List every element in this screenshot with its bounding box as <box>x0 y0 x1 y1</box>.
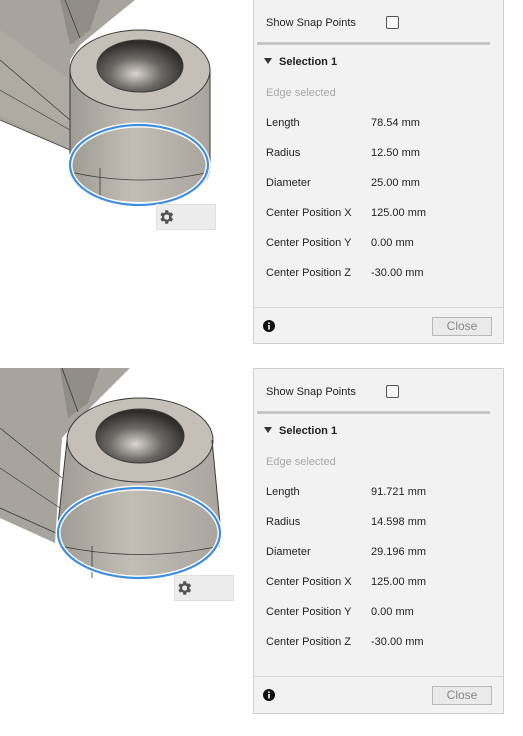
prop-row-center-x: Center Position X 125.00 mm <box>266 207 491 223</box>
measure-panel: Show Snap Points Selection 1 Edge select… <box>253 0 504 344</box>
prop-row-diameter: Diameter 29.196 mm <box>266 546 491 562</box>
divider <box>257 42 490 45</box>
selection-count-badge[interactable]: 1 <box>156 204 216 230</box>
prop-row-center-z: Center Position Z -30.00 mm <box>266 267 491 283</box>
selection-header[interactable]: Selection 1 <box>264 56 337 68</box>
collapse-triangle-icon[interactable] <box>264 58 272 64</box>
prop-row-radius: Radius 12.50 mm <box>266 147 491 163</box>
selection-status: Edge selected <box>266 87 336 99</box>
selection-title: Selection 1 <box>279 56 338 68</box>
selection-header[interactable]: Selection 1 <box>264 425 337 437</box>
info-icon[interactable] <box>263 689 275 701</box>
3d-viewport[interactable]: 1 <box>0 368 253 736</box>
prop-value: 0.00 mm <box>371 606 414 618</box>
prop-value: 0.00 mm <box>371 237 414 249</box>
info-icon[interactable] <box>263 320 275 332</box>
panel-footer: Close <box>254 676 503 713</box>
panel-footer: Close <box>254 307 503 344</box>
prop-row-diameter: Diameter 25.00 mm <box>266 177 491 193</box>
show-snap-points-row[interactable]: Show Snap Points <box>266 384 491 402</box>
prop-name: Center Position X <box>266 576 352 588</box>
prop-row-center-y: Center Position Y 0.00 mm <box>266 606 491 622</box>
measure-panel: Show Snap Points Selection 1 Edge select… <box>253 368 504 714</box>
prop-name: Length <box>266 486 300 498</box>
selection-status: Edge selected <box>266 456 336 468</box>
prop-value: 125.00 mm <box>371 207 427 219</box>
prop-name: Radius <box>266 147 301 159</box>
prop-name: Diameter <box>266 546 311 558</box>
prop-row-length: Length 91.721 mm <box>266 486 491 502</box>
collapse-triangle-icon[interactable] <box>264 427 272 433</box>
show-snap-points-row[interactable]: Show Snap Points <box>266 15 491 33</box>
prop-value: 12.50 mm <box>371 147 420 159</box>
prop-name: Center Position X <box>266 207 352 219</box>
model-part <box>0 368 223 581</box>
prop-row-center-y: Center Position Y 0.00 mm <box>266 237 491 253</box>
3d-viewport[interactable]: 1 <box>0 0 253 368</box>
show-snap-points-label: Show Snap Points <box>266 17 356 29</box>
prop-name: Length <box>266 117 300 129</box>
prop-value: 25.00 mm <box>371 177 420 189</box>
close-button[interactable]: Close <box>432 317 492 336</box>
prop-name: Center Position Y <box>266 237 352 249</box>
selection-title: Selection 1 <box>279 425 338 437</box>
screenshot-bottom: 1 Show Snap Points Selection 1 Edge sele… <box>0 368 523 736</box>
prop-name: Center Position Y <box>266 606 352 618</box>
show-snap-points-checkbox[interactable] <box>386 16 399 29</box>
screenshot-top: 1 Show Snap Points Selection 1 Edge sele… <box>0 0 523 368</box>
show-snap-points-label: Show Snap Points <box>266 386 356 398</box>
prop-row-center-x: Center Position X 125.00 mm <box>266 576 491 592</box>
prop-row-center-z: Center Position Z -30.00 mm <box>266 636 491 652</box>
prop-name: Center Position Z <box>266 636 351 648</box>
close-button[interactable]: Close <box>432 686 492 705</box>
prop-value: 14.598 mm <box>371 516 427 528</box>
prop-value: 91.721 mm <box>371 486 427 498</box>
gear-icon[interactable] <box>157 208 175 226</box>
prop-row-length: Length 78.54 mm <box>266 117 491 133</box>
prop-name: Diameter <box>266 177 311 189</box>
prop-row-radius: Radius 14.598 mm <box>266 516 491 532</box>
divider <box>257 411 490 414</box>
prop-value: 78.54 mm <box>371 117 420 129</box>
prop-value: 125.00 mm <box>371 576 427 588</box>
show-snap-points-checkbox[interactable] <box>386 385 399 398</box>
model-part <box>0 0 211 208</box>
prop-name: Center Position Z <box>266 267 351 279</box>
prop-value: -30.00 mm <box>371 636 424 648</box>
prop-name: Radius <box>266 516 301 528</box>
gear-icon[interactable] <box>175 579 193 597</box>
prop-value: 29.196 mm <box>371 546 427 558</box>
prop-value: -30.00 mm <box>371 267 424 279</box>
selection-count-badge[interactable]: 1 <box>174 575 234 601</box>
